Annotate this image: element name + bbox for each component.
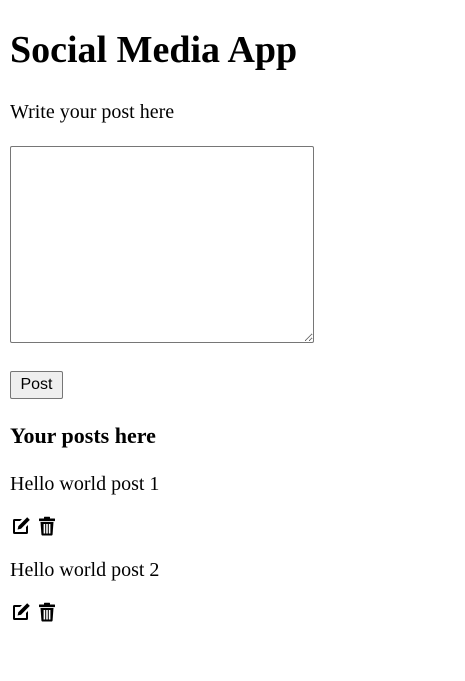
post-prompt-label: Write your post here (10, 101, 175, 123)
trash-icon[interactable] (36, 515, 58, 537)
post-actions (10, 601, 62, 623)
posts-section-heading: Your posts here (10, 423, 156, 448)
page-title: Social Media App (10, 29, 298, 71)
post-item: Hello world post 2 (10, 558, 450, 644)
post-textarea[interactable] (10, 146, 314, 343)
post-button[interactable]: Post (10, 371, 63, 399)
post-text: Hello world post 1 (10, 473, 160, 495)
trash-icon[interactable] (36, 601, 58, 623)
edit-icon[interactable] (10, 515, 32, 537)
posts-list: Hello world post 1 Hello world post 2 (10, 472, 450, 644)
post-item: Hello world post 1 (10, 472, 450, 558)
post-text: Hello world post 2 (10, 559, 160, 581)
post-actions (10, 515, 62, 537)
edit-icon[interactable] (10, 601, 32, 623)
